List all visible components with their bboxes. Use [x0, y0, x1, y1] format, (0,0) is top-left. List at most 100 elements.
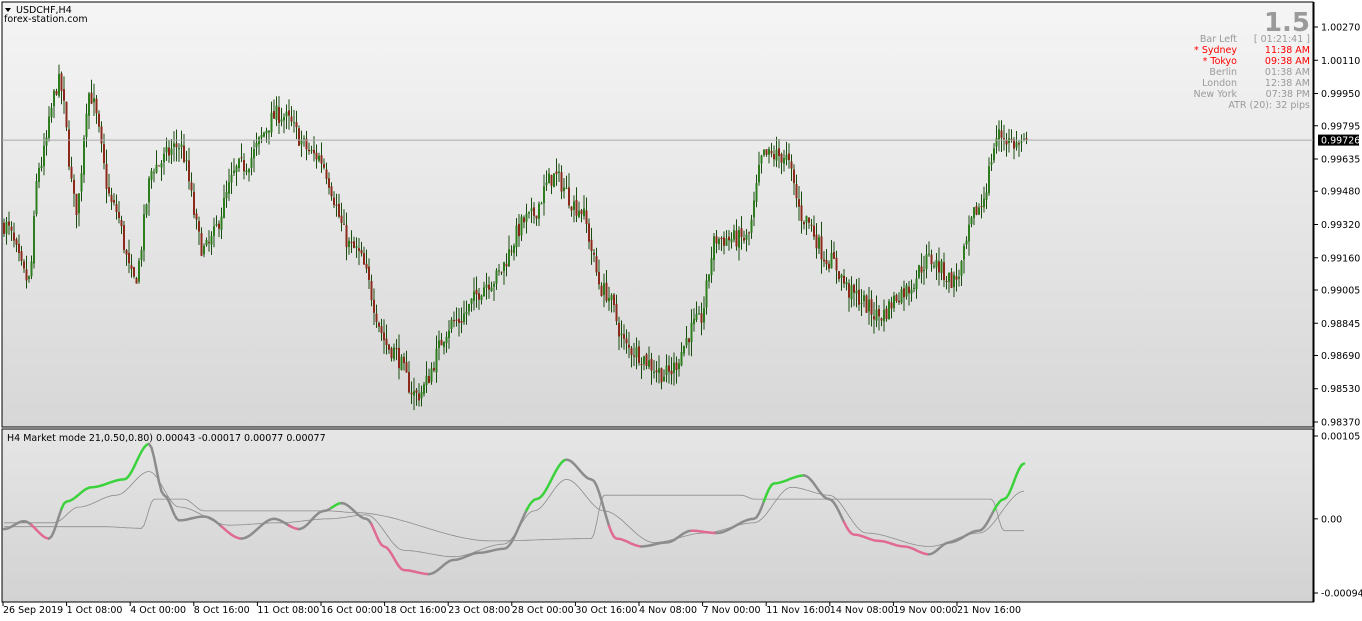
candle-body: [910, 289, 913, 294]
candle-body: [835, 257, 838, 271]
candle-body: [970, 217, 973, 225]
candle-body: [798, 199, 800, 207]
candle-body: [60, 73, 63, 91]
candle-body: [450, 319, 453, 330]
candle-body: [828, 263, 830, 269]
candle-body: [680, 351, 683, 366]
candle-body: [793, 169, 795, 184]
candle-body: [613, 294, 615, 306]
candle-body: [20, 251, 23, 261]
price-tick-label: 0.98530: [1321, 384, 1360, 395]
candle-body: [783, 158, 785, 164]
price-axis[interactable]: 1.00270 1.00110 0.99950 0.99795 0.99635 0.994…: [1313, 2, 1360, 602]
time-tick-label: 23 Oct 08:00: [448, 605, 510, 616]
candle-body: [698, 313, 700, 315]
candle-body: [175, 143, 178, 148]
candle-body: [243, 159, 245, 172]
candle-body: [178, 148, 180, 150]
indicator-tick-label: 0.00: [1321, 514, 1342, 525]
candle-body: [90, 92, 93, 104]
candle-body: [933, 265, 935, 267]
candle-body: [558, 171, 560, 173]
candle-body: [795, 184, 798, 199]
candle-body: [443, 342, 445, 347]
candle-body: [700, 313, 703, 323]
price-tick-label: 0.99480: [1321, 187, 1360, 198]
candle-body: [488, 284, 490, 290]
candle-body: [190, 182, 193, 191]
time-tick-label: 11 Nov 16:00: [766, 605, 830, 616]
candle-body: [738, 230, 740, 248]
candle-body: [330, 186, 333, 197]
candle-body: [460, 320, 463, 323]
candle-body: [85, 113, 88, 138]
candle-body: [673, 362, 675, 373]
candle-body: [265, 130, 268, 134]
candle-body: [620, 333, 623, 336]
candle-body: [480, 295, 483, 301]
candle-body: [980, 206, 983, 208]
time-tick-label: 26 Sep 2019: [3, 605, 63, 616]
candle-body: [73, 179, 75, 194]
candle-body: [968, 224, 970, 242]
candle-body: [1020, 141, 1023, 143]
price-pane[interactable]: [1, 1, 1314, 428]
candle-body: [223, 197, 225, 218]
candle-body: [510, 250, 513, 252]
price-tick-label: 1.00110: [1321, 56, 1360, 67]
candle-body: [360, 250, 363, 254]
candle-body: [173, 143, 175, 148]
candle-body: [908, 286, 910, 294]
candle-body: [350, 242, 353, 244]
candle-body: [373, 299, 375, 313]
trading-chart[interactable]: 1.00270 1.00110 0.99950 0.99795 0.99635 0.994…: [0, 0, 1362, 621]
price-tick-label: 0.99950: [1321, 89, 1360, 100]
candle-body: [963, 246, 965, 260]
indicator-pane[interactable]: [1, 428, 1314, 603]
price-tick-label: 0.99160: [1321, 253, 1360, 264]
candle-body: [100, 126, 103, 144]
candle-body: [853, 284, 855, 293]
indicator-axis[interactable]: 0.00105 0.00 -0.00094: [1313, 432, 1362, 600]
candle-body: [935, 259, 938, 268]
candle-body: [363, 253, 365, 265]
time-tick-label: 21 Nov 16:00: [957, 605, 1021, 616]
candle-body: [608, 298, 610, 302]
candle-body: [485, 284, 488, 288]
candle-body: [508, 249, 510, 267]
candle-body: [975, 206, 978, 215]
candle-body: [515, 225, 518, 248]
time-axis[interactable]: 26 Sep 2019 1 Oct 08:00 4 Oct 00:00 8 Oct 1…: [2, 601, 1314, 616]
candle-body: [645, 354, 648, 366]
candle-body: [938, 261, 940, 273]
candle-body: [198, 221, 200, 232]
info-row-value: 12:38 AM: [1265, 78, 1310, 89]
candle-body: [15, 239, 18, 245]
candle-body: [163, 153, 165, 163]
candle-body: [658, 368, 660, 373]
time-tick-label: 7 Nov 00:00: [703, 605, 761, 616]
candle-body: [120, 220, 123, 227]
candle-body: [588, 223, 590, 242]
candle-body: [323, 164, 325, 168]
candle-body: [25, 269, 28, 281]
candle-body: [953, 274, 955, 288]
candle-body: [40, 165, 43, 168]
candle-body: [808, 217, 810, 223]
candle-body: [880, 318, 883, 321]
candle-body: [150, 171, 153, 180]
candle-body: [283, 117, 285, 121]
candle-body: [1018, 143, 1020, 145]
candle-body: [453, 320, 455, 322]
candle-body: [313, 149, 315, 154]
candle-body: [298, 128, 300, 146]
candle-body: [98, 113, 100, 127]
candle-body: [525, 213, 528, 222]
candle-body: [860, 302, 863, 304]
candle-body: [875, 309, 878, 321]
candle-body: [583, 208, 585, 217]
candle-body: [140, 250, 143, 261]
candle-body: [593, 252, 595, 255]
candle-body: [840, 275, 843, 278]
candle-body: [430, 368, 433, 382]
